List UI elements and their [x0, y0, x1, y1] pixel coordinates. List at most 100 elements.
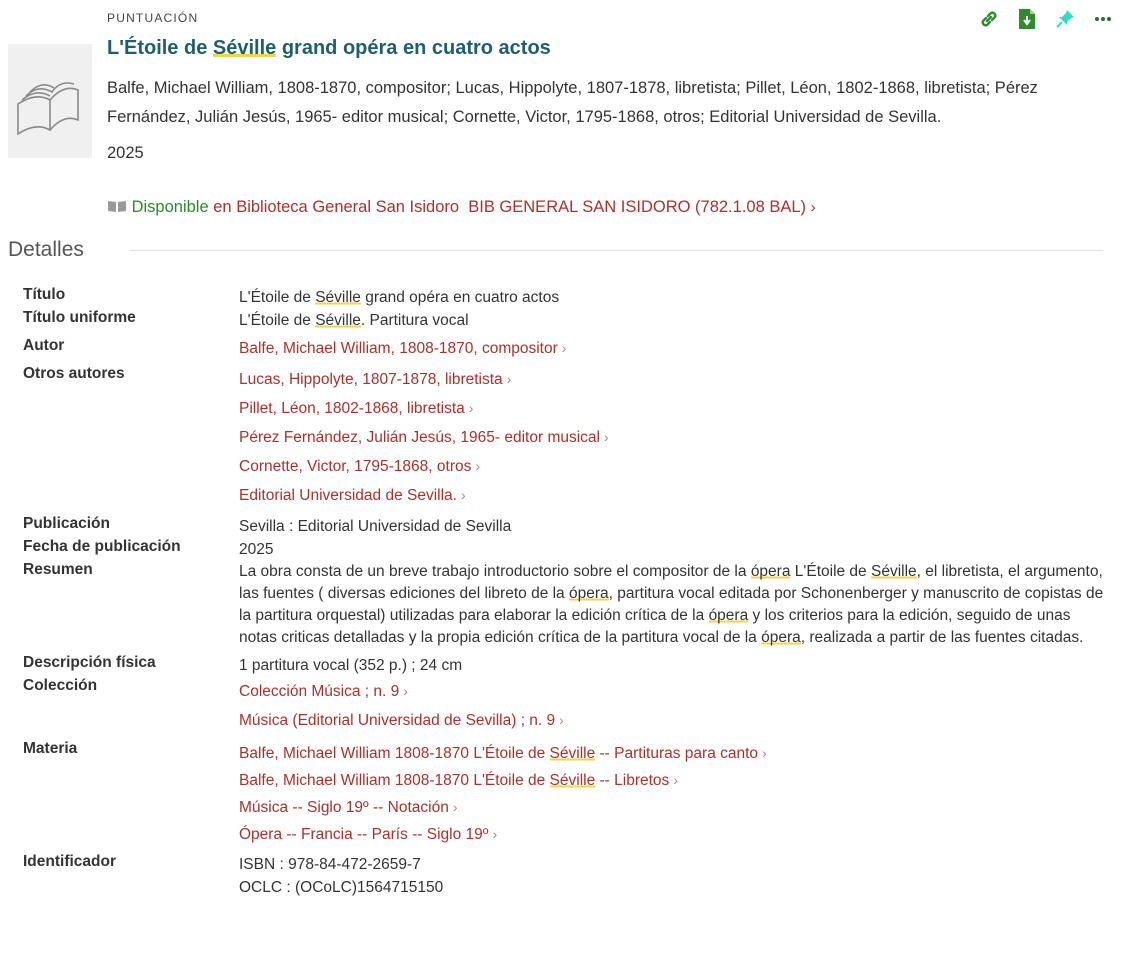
- link-icon[interactable]: [975, 5, 1003, 33]
- chevron-right-icon: ›: [762, 745, 767, 761]
- link-coleccion[interactable]: Colección Música ; n. 9 ›: [239, 677, 1109, 706]
- resumen-hl: ópera: [750, 563, 791, 580]
- link-otro-autor[interactable]: Pérez Fernández, Julián Jesús, 1965- edi…: [239, 423, 1109, 452]
- otro-autor-text: Pillet, Léon, 1802-1868, libretista: [239, 400, 465, 417]
- resumen-hl: ópera: [761, 629, 801, 646]
- title-highlight: Séville: [212, 37, 277, 59]
- link-materia[interactable]: Balfe, Michael William 1808-1870 L'Étoil…: [239, 767, 1109, 794]
- chevron-right-icon: ›: [475, 458, 481, 474]
- otro-autor-text: Pérez Fernández, Julián Jesús, 1965- edi…: [239, 429, 600, 446]
- resumen-hl: ópera: [569, 585, 609, 602]
- resource-type: PUNTUACIÓN: [107, 11, 199, 25]
- publication-year: 2025: [107, 144, 144, 162]
- tu-post: . Partitura vocal: [360, 312, 469, 329]
- otro-autor-text: Editorial Universidad de Sevilla.: [239, 487, 457, 504]
- book-open-icon: [108, 201, 126, 212]
- materia-text: Ópera -- Francia -- París -- Siglo 19º: [239, 826, 489, 843]
- label-titulo-uniforme: Título uniforme: [23, 309, 136, 326]
- row-autor: Autor Balfe, Michael William, 1808-1870,…: [0, 337, 1131, 360]
- link-autor[interactable]: Balfe, Michael William, 1808-1870, compo…: [239, 337, 1109, 360]
- details-section: Título L'Étoile de Séville grand opéra e…: [0, 286, 1131, 899]
- row-publicacion: Publicación Sevilla : Editorial Universi…: [0, 515, 1131, 538]
- chevron-right-icon: ›: [559, 712, 564, 728]
- chevron-right-icon: ›: [492, 826, 498, 842]
- link-otro-autor[interactable]: Editorial Universidad de Sevilla. ›: [239, 481, 1109, 510]
- link-coleccion[interactable]: Música (Editorial Universidad de Sevilla…: [239, 706, 1109, 735]
- materia-hl: Séville: [549, 772, 596, 789]
- chevron-right-icon: ›: [468, 400, 474, 416]
- coleccion-text: Música (Editorial Universidad de Sevilla…: [239, 712, 556, 729]
- value-publicacion: Sevilla : Editorial Universidad de Sevil…: [239, 518, 512, 535]
- chevron-right-icon: ›: [561, 340, 567, 356]
- title-text-rest: grand opéra en cuatro actos: [276, 37, 551, 59]
- availability-link[interactable]: Disponible en Biblioteca General San Isi…: [107, 198, 816, 217]
- label-titulo: Título: [23, 286, 66, 303]
- chevron-right-icon: ›: [403, 683, 408, 699]
- book-icon: [17, 82, 79, 136]
- label-identificador: Identificador: [23, 853, 117, 870]
- chevron-right-icon: ›: [460, 487, 466, 503]
- label-autor: Autor: [23, 337, 65, 354]
- materia-hl: Séville: [549, 745, 596, 762]
- otro-autor-text: Cornette, Victor, 1795-1868, otros: [239, 458, 472, 475]
- row-fecha: Fecha de publicación 2025: [0, 538, 1131, 561]
- resumen-hl: Séville: [870, 563, 917, 580]
- link-materia[interactable]: Ópera -- Francia -- París -- Siglo 19º ›: [239, 821, 1109, 848]
- row-materia: Materia Balfe, Michael William 1808-1870…: [0, 740, 1131, 848]
- authors-line: Balfe, Michael William, 1808-1870, compo…: [107, 79, 1038, 126]
- value-fecha: 2025: [239, 541, 274, 558]
- link-materia[interactable]: Música -- Siglo 19º -- Notación ›: [239, 794, 1109, 821]
- link-otro-autor[interactable]: Lucas, Hippolyte, 1807-1878, libretista ›: [239, 365, 1109, 394]
- row-titulo: Título L'Étoile de Séville grand opéra e…: [0, 286, 1131, 309]
- coleccion-text: Colección Música ; n. 9: [239, 683, 400, 700]
- materia-text: Balfe, Michael William 1808-1870 L'Étoil…: [239, 772, 550, 789]
- availability-status: Disponible: [131, 198, 209, 216]
- chevron-right-icon: ›: [673, 772, 678, 788]
- row-identificador: Identificador ISBN : 978-84-472-2659-7 O…: [0, 853, 1131, 899]
- title-text: L'Étoile de: [107, 37, 213, 59]
- row-otros-autores: Otros autores Lucas, Hippolyte, 1807-187…: [0, 365, 1131, 510]
- chevron-right-icon: ›: [604, 429, 609, 445]
- value-titulo: L'Étoile de Séville grand opéra en cuatr…: [239, 286, 1109, 309]
- link-materia[interactable]: Balfe, Michael William 1808-1870 L'Étoil…: [239, 740, 1109, 767]
- label-materia: Materia: [23, 740, 78, 757]
- tu-pre: L'Étoile de: [239, 312, 316, 329]
- record-title[interactable]: L'Étoile de Séville grand opéra en cuatr…: [107, 37, 551, 60]
- row-resumen: Resumen La obra consta de un breve traba…: [0, 561, 1131, 649]
- chevron-right-icon: ›: [810, 199, 816, 216]
- label-descripcion: Descripción física: [23, 654, 156, 671]
- otro-autor-text: Lucas, Hippolyte, 1807-1878, libretista: [239, 371, 503, 388]
- link-otro-autor[interactable]: Pillet, Léon, 1802-1868, libretista ›: [239, 394, 1109, 423]
- label-coleccion: Colección: [23, 677, 98, 694]
- pin-icon[interactable]: [1051, 5, 1079, 33]
- titulo-post: grand opéra en cuatro actos: [360, 289, 560, 306]
- shelf-location: BIB GENERAL SAN ISIDORO (782.1.08 BAL): [468, 198, 807, 216]
- citation-export-icon[interactable]: [1013, 5, 1041, 33]
- materia-text: Música -- Siglo 19º -- Notación: [239, 799, 449, 816]
- value-isbn: ISBN : 978-84-472-2659-7: [239, 856, 421, 873]
- resumen-part: La obra consta de un breve trabajo intro…: [239, 563, 751, 580]
- autor-text: Balfe, Michael William, 1808-1870, compo…: [239, 340, 558, 357]
- row-descripcion: Descripción física 1 partitura vocal (35…: [0, 654, 1131, 677]
- link-otro-autor[interactable]: Cornette, Victor, 1795-1868, otros ›: [239, 452, 1109, 481]
- resumen-part: L'Étoile de: [790, 563, 871, 580]
- details-heading: Detalles: [8, 238, 84, 261]
- titulo-pre: L'Étoile de: [239, 289, 316, 306]
- chevron-right-icon: ›: [452, 799, 458, 815]
- materia-text: -- Libretos: [595, 772, 670, 789]
- availability-en: en: [213, 198, 232, 216]
- resumen-part: , realizada a partir de las fuentes cita…: [800, 629, 1084, 646]
- chevron-right-icon: ›: [506, 371, 512, 387]
- library-name: Biblioteca General San Isidoro: [236, 198, 460, 216]
- tu-hl: Séville: [315, 312, 361, 329]
- value-oclc: OCLC : (OCoLC)1564715150: [239, 879, 444, 896]
- book-thumbnail[interactable]: [8, 44, 92, 158]
- value-titulo-uniforme: L'Étoile de Séville. Partitura vocal: [239, 309, 1109, 332]
- label-publicacion: Publicación: [23, 515, 110, 532]
- label-fecha: Fecha de publicación: [23, 538, 181, 555]
- materia-text: -- Partituras para canto: [595, 745, 759, 762]
- value-descripcion: 1 partitura vocal (352 p.) ; 24 cm: [239, 657, 463, 674]
- details-divider: [130, 250, 1103, 251]
- value-resumen: La obra consta de un breve trabajo intro…: [239, 561, 1109, 649]
- more-icon[interactable]: [1089, 5, 1117, 33]
